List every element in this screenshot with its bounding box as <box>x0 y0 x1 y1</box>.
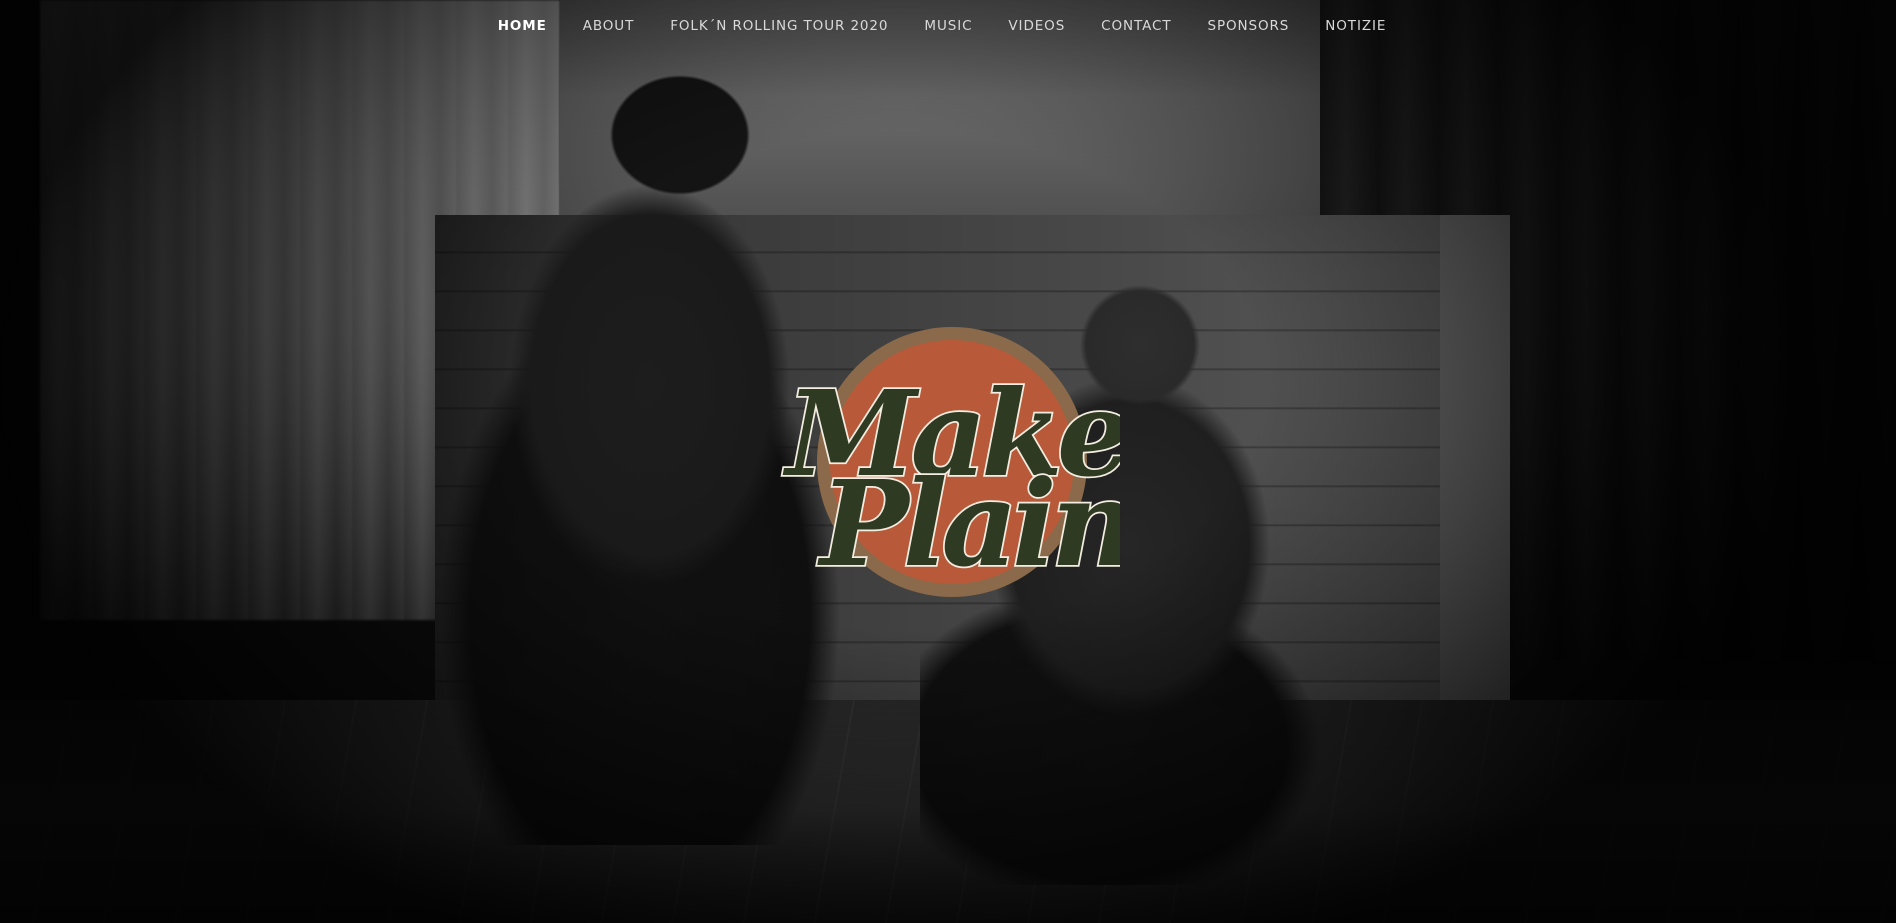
nav-item-sponsors: SPONSORS <box>1208 15 1290 34</box>
make-plain-logo[interactable]: Make Plain <box>780 325 1120 635</box>
nav-link-tour[interactable]: FOLK´N ROLLING TOUR 2020 <box>670 18 888 34</box>
nav-link-sponsors[interactable]: SPONSORS <box>1208 18 1290 34</box>
logo-word-plain: Plain <box>817 454 1120 593</box>
nav-link-home[interactable]: HOME <box>498 18 547 34</box>
nav-item-music: MUSIC <box>924 15 972 34</box>
nav-item-notizie: NOTIZIE <box>1325 15 1386 34</box>
main-navigation: HOME ABOUT FOLK´N ROLLING TOUR 2020 MUSI… <box>0 0 1896 48</box>
nav-link-about[interactable]: ABOUT <box>583 18 635 34</box>
nav-item-about: ABOUT <box>583 15 635 34</box>
nav-link-videos[interactable]: VIDEOS <box>1008 18 1065 34</box>
nav-link-music[interactable]: MUSIC <box>924 18 972 34</box>
hero-section: HOME ABOUT FOLK´N ROLLING TOUR 2020 MUSI… <box>0 0 1896 923</box>
nav-list: HOME ABOUT FOLK´N ROLLING TOUR 2020 MUSI… <box>480 15 1405 34</box>
nav-item-home: HOME <box>498 15 547 34</box>
nav-item-videos: VIDEOS <box>1008 15 1065 34</box>
nav-link-contact[interactable]: CONTACT <box>1101 18 1171 34</box>
nav-item-contact: CONTACT <box>1101 15 1171 34</box>
nav-item-tour: FOLK´N ROLLING TOUR 2020 <box>670 15 888 34</box>
nav-link-notizie[interactable]: NOTIZIE <box>1325 18 1386 34</box>
